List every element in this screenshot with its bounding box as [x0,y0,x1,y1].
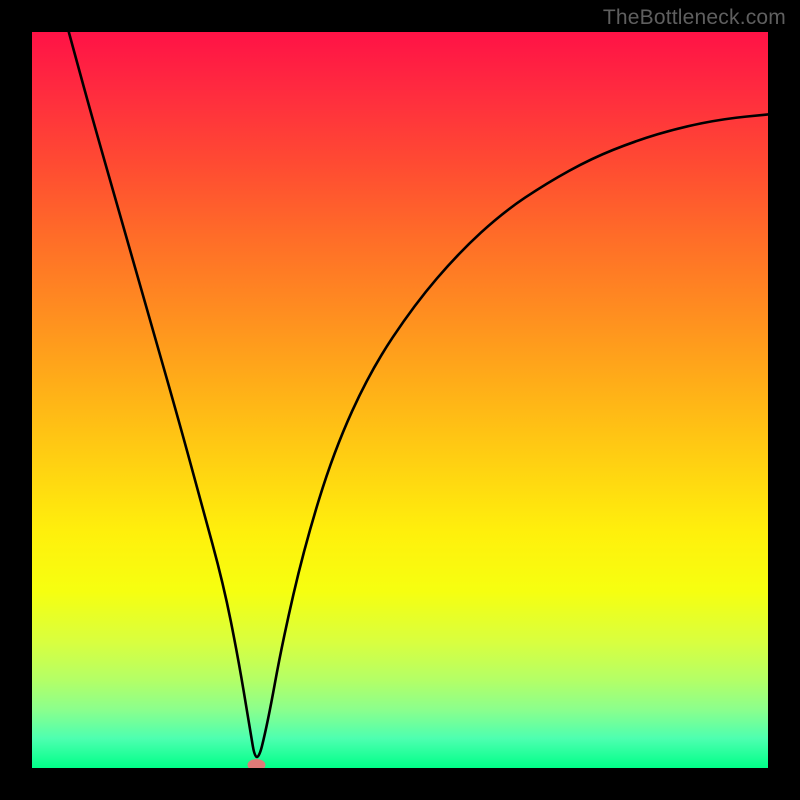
curve-path [69,32,768,757]
plot-area [32,32,768,768]
watermark-text: TheBottleneck.com [603,6,786,30]
minimum-marker [247,759,265,768]
bottleneck-curve [32,32,768,768]
chart-frame: TheBottleneck.com [0,0,800,800]
